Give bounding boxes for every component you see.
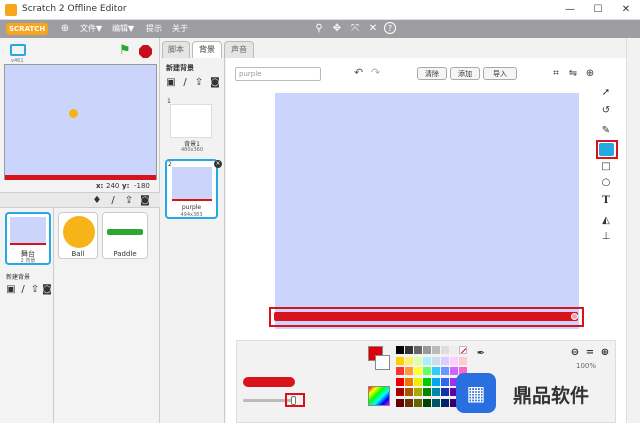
- fill-tool-icon[interactable]: ◭: [599, 214, 613, 228]
- flip-horizontal-icon[interactable]: ⇋: [566, 67, 580, 81]
- right-scrollbar[interactable]: [626, 38, 640, 423]
- tab-backdrops[interactable]: 背景: [192, 41, 222, 58]
- menu-edit[interactable]: 编辑▼: [108, 20, 138, 38]
- camera-sprite-icon[interactable]: ◙: [138, 194, 152, 208]
- crop-icon[interactable]: ⌗: [549, 67, 563, 81]
- menu-bar: SCRATCH ⊕ 文件▼ 编辑▼ 提示 关于 ⚲ ✥ ⤧ ✕ ?: [0, 20, 640, 38]
- backdrop-list-upload-icon[interactable]: ⇪: [192, 76, 206, 90]
- stage-thumbnail-image: [10, 217, 46, 245]
- globe-icon[interactable]: ⊕: [58, 22, 72, 36]
- maximize-button[interactable]: ☐: [584, 0, 612, 20]
- stage-canvas[interactable]: [4, 64, 157, 180]
- shrink-icon[interactable]: ✕: [366, 22, 380, 36]
- delete-backdrop-icon[interactable]: ×: [214, 160, 222, 168]
- set-center-icon[interactable]: ⊕: [583, 67, 597, 81]
- transparent-color-swatch[interactable]: [459, 346, 467, 354]
- eyedropper-icon[interactable]: ✒: [474, 347, 488, 361]
- undo-icon[interactable]: ↶: [354, 66, 363, 79]
- tab-scripts[interactable]: 脚本: [162, 41, 190, 58]
- secondary-color-swatch[interactable]: [375, 355, 390, 370]
- backdrop-item-2[interactable]: 2 purple 494x383: [165, 159, 218, 219]
- backdrop-list-title: 新建背景: [166, 64, 194, 72]
- stamp-tool-icon[interactable]: ⊥: [599, 230, 613, 244]
- select-tool-icon[interactable]: ➚: [599, 86, 613, 100]
- paint-sprite-icon[interactable]: /: [106, 194, 120, 208]
- backdrop-2-thumbnail: [172, 167, 212, 201]
- line-width-slider-knob[interactable]: [291, 396, 296, 405]
- pencil-tool-icon[interactable]: ✎: [599, 124, 613, 138]
- scratch-logo[interactable]: SCRATCH: [6, 23, 49, 35]
- sprite-card-ball[interactable]: Ball: [58, 212, 98, 259]
- line-tool-icon[interactable]: [599, 143, 614, 156]
- choose-sprite-icon[interactable]: ♦: [90, 194, 104, 208]
- coord-y-value: -180: [134, 182, 150, 190]
- help-icon[interactable]: ?: [384, 22, 396, 34]
- text-tool-icon[interactable]: T: [599, 194, 613, 208]
- green-flag-icon[interactable]: ⚑: [119, 44, 131, 58]
- reshape-tool-icon[interactable]: ↺: [599, 104, 613, 118]
- red-line-shape[interactable]: [274, 312, 578, 321]
- zoom-reset-icon[interactable]: =: [583, 346, 597, 360]
- menu-about[interactable]: 关于: [168, 20, 192, 38]
- cut-icon[interactable]: ✥: [330, 22, 344, 36]
- ball-thumbnail: [63, 216, 95, 248]
- line-width-preview: [243, 377, 295, 387]
- presentation-mode-icon[interactable]: [10, 44, 26, 56]
- watermark-text: 鼎品软件: [513, 385, 590, 407]
- stage-thumbnail-sub: 2 背景: [20, 258, 36, 264]
- sprite-card-paddle[interactable]: Paddle: [102, 212, 148, 259]
- menu-file[interactable]: 文件▼: [76, 20, 106, 38]
- watermark-logo-icon: ▦: [456, 373, 496, 413]
- rectangle-tool-icon[interactable]: □: [599, 160, 613, 174]
- close-window-button[interactable]: ✕: [612, 0, 640, 20]
- backdrop-2-size: 494x383: [180, 212, 203, 218]
- backdrop-item-1[interactable]: [170, 104, 212, 138]
- paint-canvas[interactable]: [275, 93, 579, 329]
- minimize-button[interactable]: —: [556, 0, 584, 20]
- zoom-out-icon[interactable]: ⊖: [568, 346, 582, 360]
- transparent-slash: [460, 347, 466, 353]
- sprite-toolbar: ♦ / ⇪ ◙: [0, 192, 160, 208]
- coord-x-value: 240: [106, 182, 120, 190]
- coord-x-label: x:: [96, 182, 104, 190]
- gradient-swatch[interactable]: [368, 386, 390, 406]
- zoom-level: 100%: [576, 362, 597, 370]
- window-title: Scratch 2 Offline Editor: [22, 4, 127, 14]
- coord-y-label: y:: [122, 182, 130, 190]
- tab-sounds[interactable]: 声音: [224, 41, 254, 58]
- zoom-in-icon[interactable]: ⊕: [598, 346, 612, 360]
- upload-sprite-icon[interactable]: ⇪: [122, 194, 136, 208]
- paddle-thumbnail: [107, 229, 143, 235]
- backdrop-list-library-icon[interactable]: ▣: [164, 76, 178, 90]
- grow-icon[interactable]: ⤧: [348, 22, 362, 36]
- backdrop-2-name: purple: [181, 204, 202, 211]
- backdrop-1-size: 480x360: [180, 147, 204, 153]
- app-icon: [5, 4, 17, 16]
- sprite-name-paddle: Paddle: [113, 250, 137, 258]
- backdrop-camera-icon[interactable]: ◙: [40, 283, 54, 297]
- redo-icon[interactable]: ↷: [371, 66, 380, 79]
- stage-red-line: [5, 175, 156, 180]
- menu-tips[interactable]: 提示: [142, 20, 166, 38]
- stage-thumbnail[interactable]: 舞台 2 背景: [5, 212, 51, 265]
- new-backdrop-label: 新建背景: [6, 274, 31, 281]
- clear-button[interactable]: 清除: [417, 67, 447, 80]
- backdrop-list-paint-icon[interactable]: /: [178, 76, 192, 90]
- duplicate-icon[interactable]: ⚲: [312, 22, 326, 36]
- backdrop-list-camera-icon[interactable]: ◙: [208, 76, 222, 90]
- title-bar: Scratch 2 Offline Editor — ☐ ✕: [0, 0, 640, 20]
- sprite-name-ball: Ball: [71, 250, 85, 258]
- ball-sprite[interactable]: [69, 109, 78, 118]
- import-button[interactable]: 导入: [483, 67, 517, 80]
- ellipse-tool-icon[interactable]: ○: [599, 176, 613, 190]
- line-end-handle[interactable]: [571, 313, 578, 320]
- add-button[interactable]: 添加: [450, 67, 480, 80]
- costume-name-input[interactable]: purple: [235, 67, 321, 81]
